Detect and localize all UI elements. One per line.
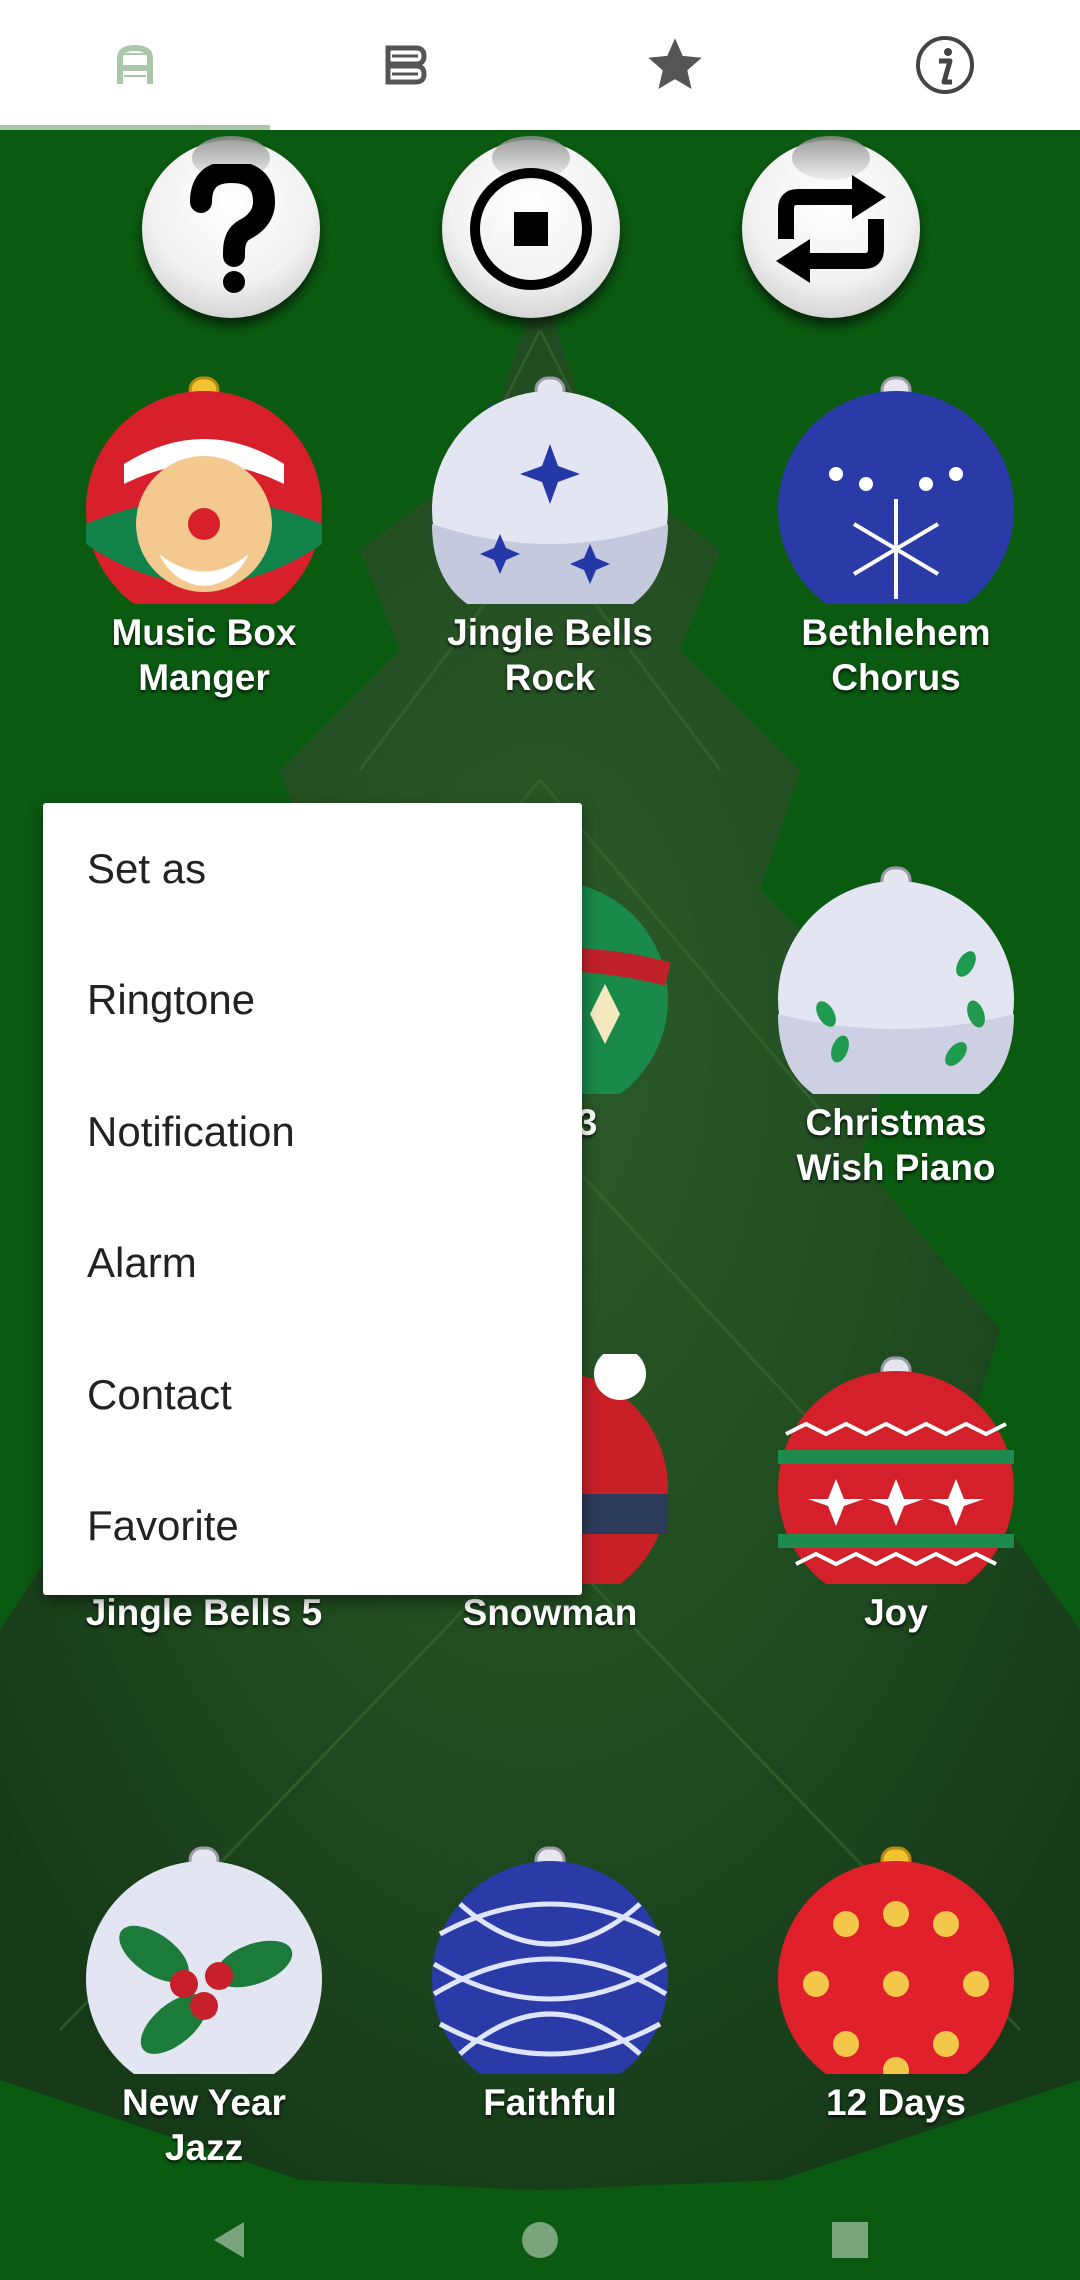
recents-button[interactable] [820, 2210, 880, 2270]
sound-label: 12 Days [826, 2082, 966, 2123]
sound-label: Christmas Wish Piano [796, 1102, 996, 1188]
sound-label: Bethlehem Chorus [801, 612, 991, 698]
recents-square-icon [832, 2222, 868, 2258]
system-navigation-bar [0, 2190, 1080, 2280]
star-icon [648, 38, 702, 89]
top-tab-bar [0, 0, 1080, 130]
sound-christmas-wish-piano[interactable]: Christmas Wish Piano [776, 864, 1016, 1190]
santa-ornament-icon [86, 376, 322, 604]
question-mark-icon [190, 164, 276, 293]
red-striped-ornament-icon [778, 1356, 1014, 1584]
stop-button[interactable] [442, 136, 620, 318]
sound-label: Music Box Manger [111, 612, 297, 698]
holly-ornament-icon [86, 1846, 322, 2074]
stop-icon [470, 168, 592, 290]
sound-new-year-jazz[interactable]: New Year Jazz [84, 1844, 324, 2170]
white-star-ornament-icon [432, 376, 668, 604]
home-circle-icon [522, 2222, 558, 2258]
sound-label: Joy [864, 1592, 928, 1633]
menu-title: Set as [87, 844, 207, 892]
sound-joy[interactable]: Joy [776, 1354, 1016, 1635]
tab-info[interactable] [810, 0, 1080, 130]
red-dotted-ornament-icon [778, 1846, 1014, 2074]
sound-music-box-manger[interactable]: Music Box Manger [84, 374, 324, 700]
blue-snowflake-ornament-icon [778, 376, 1014, 604]
sound-label: New Year Jazz [122, 2082, 286, 2168]
sound-label: Snowman [462, 1592, 638, 1633]
menu-item-alarm[interactable]: Alarm [43, 1198, 582, 1330]
blue-lattice-ornament-icon [432, 1846, 668, 2074]
home-button[interactable] [510, 2210, 570, 2270]
sound-12-days[interactable]: 12 Days [776, 1844, 1016, 2125]
menu-item-ringtone[interactable]: Ringtone [43, 935, 582, 1067]
back-triangle-icon [214, 2222, 244, 2258]
tab-sounds[interactable] [0, 0, 270, 130]
menu-item-notification[interactable]: Notification [43, 1066, 582, 1198]
tab-favorites[interactable] [540, 0, 810, 130]
sound-faithful[interactable]: Faithful [430, 1844, 670, 2125]
letter-a-icon [117, 44, 153, 84]
sound-bethlehem-chorus[interactable]: Bethlehem Chorus [776, 374, 1016, 700]
set-as-context-menu: Set as Ringtone Notification Alarm Conta… [43, 803, 582, 1595]
sound-label: Jingle Bells Rock [447, 612, 653, 698]
back-button[interactable] [200, 2210, 260, 2270]
white-leaves-ornament-icon [778, 866, 1014, 1094]
sound-jingle-bells-rock[interactable]: Jingle Bells Rock [430, 374, 670, 700]
repeat-icon [776, 175, 886, 283]
help-button[interactable] [142, 136, 320, 318]
list-icon [385, 45, 427, 85]
info-icon [916, 36, 974, 94]
menu-item-contact[interactable]: Contact [43, 1329, 582, 1461]
repeat-button[interactable] [742, 136, 920, 318]
sound-label: Faithful [483, 2082, 617, 2123]
sound-label: Jingle Bells 5 [85, 1592, 323, 1633]
tab-list[interactable] [270, 0, 540, 130]
menu-item-favorite[interactable]: Favorite [43, 1461, 582, 1593]
